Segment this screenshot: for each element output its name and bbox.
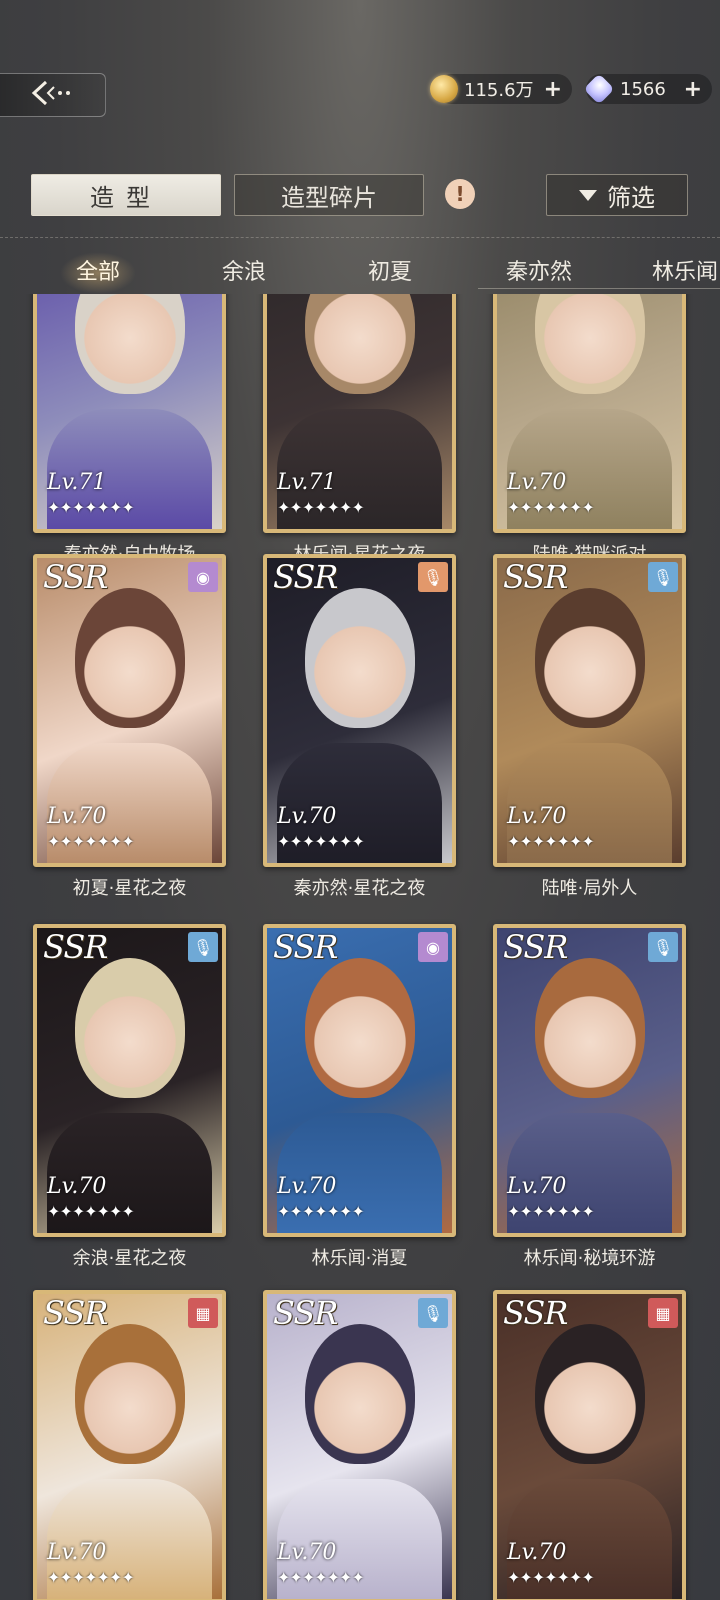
gold-amount: 115.6万: [464, 80, 534, 101]
mic-icon: 🎙: [648, 562, 678, 592]
star-rating: ✦✦✦✦✦✦✦: [277, 1568, 365, 1587]
card-frame: SSR 🎙 Lv.70 ✦✦✦✦✦✦✦: [493, 924, 686, 1237]
level-label: Lv.70: [277, 1174, 337, 1199]
costume-name: 林乐闻·消夏: [311, 1248, 408, 1269]
costume-card[interactable]: Lv.71 ✦✦✦✦✦✦✦ 林乐闻·星花之夜: [263, 294, 456, 565]
record-icon: ◉: [418, 932, 448, 962]
gem-amount: 1566: [620, 78, 666, 100]
diamond-icon: [583, 73, 615, 105]
costume-card[interactable]: SSR ▦ Lv.70 ✦✦✦✦✦✦✦: [493, 1290, 686, 1600]
gold-coin-icon: [430, 75, 458, 103]
level-label: Lv.70: [277, 1540, 337, 1565]
level-label: Lv.70: [47, 804, 107, 829]
card-frame: Lv.71 ✦✦✦✦✦✦✦: [33, 294, 226, 533]
level-label: Lv.70: [507, 804, 567, 829]
top-bar: 115.6万 + 1566 +: [0, 70, 720, 120]
costume-card[interactable]: SSR ▦ Lv.70 ✦✦✦✦✦✦✦: [33, 1290, 226, 1600]
star-rating: ✦✦✦✦✦✦✦: [47, 1568, 135, 1587]
star-rating: ✦✦✦✦✦✦✦: [47, 832, 135, 851]
view-tabs: 造型 造型碎片 ! 筛选: [0, 174, 720, 220]
rarity-label: SSR: [43, 1294, 108, 1332]
costume-card[interactable]: SSR 🎙 Lv.70 ✦✦✦✦✦✦✦ 林乐闻·秘境环游: [493, 924, 686, 1269]
costume-name: 初夏·星花之夜: [72, 878, 187, 899]
card-frame: SSR 🎙 Lv.70 ✦✦✦✦✦✦✦: [493, 554, 686, 867]
level-label: Lv.70: [507, 1174, 567, 1199]
costume-name: 林乐闻·秘境环游: [523, 1248, 656, 1269]
char-tab-linlewen[interactable]: 林乐闻: [652, 254, 718, 286]
costume-card[interactable]: SSR 🎙 Lv.70 ✦✦✦✦✦✦✦: [263, 1290, 456, 1600]
costume-card[interactable]: SSR 🎙 Lv.70 ✦✦✦✦✦✦✦ 余浪·星花之夜: [33, 924, 226, 1269]
star-rating: ✦✦✦✦✦✦✦: [277, 498, 365, 517]
add-gold-button[interactable]: +: [544, 77, 562, 102]
divider: [0, 237, 720, 238]
costume-card[interactable]: Lv.71 ✦✦✦✦✦✦✦ 秦亦然·自由牧场: [33, 294, 226, 565]
card-frame: SSR ◉ Lv.70 ✦✦✦✦✦✦✦: [33, 554, 226, 867]
card-frame: SSR 🎙 Lv.70 ✦✦✦✦✦✦✦: [33, 924, 226, 1237]
rarity-label: SSR: [273, 1294, 338, 1332]
back-button[interactable]: [0, 73, 106, 117]
costume-name: 陆唯·局外人: [541, 878, 638, 899]
costume-card[interactable]: Lv.70 ✦✦✦✦✦✦✦ 陆唯·猫咪派对: [493, 294, 686, 565]
char-tab-all[interactable]: 全部: [59, 252, 137, 294]
rarity-label: SSR: [43, 928, 108, 966]
level-label: Lv.70: [507, 1540, 567, 1565]
level-label: Lv.70: [47, 1540, 107, 1565]
gem-currency: 1566 +: [583, 73, 712, 105]
rarity-label: SSR: [43, 558, 108, 596]
star-rating: ✦✦✦✦✦✦✦: [47, 498, 135, 517]
add-gem-button[interactable]: +: [684, 77, 702, 102]
card-frame: SSR 🎙 Lv.70 ✦✦✦✦✦✦✦: [263, 554, 456, 867]
record-icon: ◉: [188, 562, 218, 592]
costume-card[interactable]: SSR 🎙 Lv.70 ✦✦✦✦✦✦✦ 陆唯·局外人: [493, 554, 686, 899]
filter-funnel-icon: [579, 189, 597, 201]
filter-label: 筛选: [607, 183, 655, 212]
star-rating: ✦✦✦✦✦✦✦: [507, 1202, 595, 1221]
level-label: Lv.71: [277, 470, 337, 495]
rarity-label: SSR: [503, 928, 568, 966]
level-label: Lv.70: [507, 470, 567, 495]
mic-icon: 🎙: [188, 932, 218, 962]
back-arrow-icon: [28, 78, 78, 112]
star-rating: ✦✦✦✦✦✦✦: [277, 1202, 365, 1221]
tab-style-fragments[interactable]: 造型碎片: [234, 174, 424, 216]
rarity-label: SSR: [503, 1294, 568, 1332]
rarity-label: SSR: [273, 928, 338, 966]
costume-card[interactable]: SSR 🎙 Lv.70 ✦✦✦✦✦✦✦ 秦亦然·星花之夜: [263, 554, 456, 899]
tab-style[interactable]: 造型: [31, 174, 221, 216]
star-rating: ✦✦✦✦✦✦✦: [507, 498, 595, 517]
card-frame: SSR ▦ Lv.70 ✦✦✦✦✦✦✦: [493, 1290, 686, 1600]
card-frame: SSR 🎙 Lv.70 ✦✦✦✦✦✦✦: [263, 1290, 456, 1600]
char-tab-qinyiran[interactable]: 秦亦然: [506, 254, 572, 286]
star-rating: ✦✦✦✦✦✦✦: [507, 832, 595, 851]
star-rating: ✦✦✦✦✦✦✦: [277, 832, 365, 851]
costume-name: 秦亦然·星花之夜: [293, 878, 426, 899]
costume-card[interactable]: SSR ◉ Lv.70 ✦✦✦✦✦✦✦ 林乐闻·消夏: [263, 924, 456, 1269]
mic-icon: 🎙: [648, 932, 678, 962]
level-label: Lv.71: [47, 470, 107, 495]
alert-icon[interactable]: !: [445, 179, 475, 209]
card-frame: SSR ▦ Lv.70 ✦✦✦✦✦✦✦: [33, 1290, 226, 1600]
character-tabs: 全部 余浪 初夏 秦亦然 林乐闻: [0, 246, 720, 294]
char-tab-yulang[interactable]: 余浪: [222, 254, 266, 286]
char-tab-chuxia[interactable]: 初夏: [368, 254, 412, 286]
level-label: Lv.70: [277, 804, 337, 829]
costume-card[interactable]: SSR ◉ Lv.70 ✦✦✦✦✦✦✦ 初夏·星花之夜: [33, 554, 226, 899]
card-frame: Lv.70 ✦✦✦✦✦✦✦: [493, 294, 686, 533]
filter-button[interactable]: 筛选: [546, 174, 688, 216]
mic-icon: 🎙: [418, 562, 448, 592]
film-icon: ▦: [648, 1298, 678, 1328]
costume-grid: Lv.71 ✦✦✦✦✦✦✦ 秦亦然·自由牧场 Lv.71 ✦✦✦✦✦✦✦ 林乐闻…: [0, 294, 720, 1600]
star-rating: ✦✦✦✦✦✦✦: [47, 1202, 135, 1221]
card-frame: Lv.71 ✦✦✦✦✦✦✦: [263, 294, 456, 533]
costume-name: 余浪·星花之夜: [72, 1248, 187, 1269]
rarity-label: SSR: [273, 558, 338, 596]
level-label: Lv.70: [47, 1174, 107, 1199]
rarity-label: SSR: [503, 558, 568, 596]
gold-currency: 115.6万 +: [430, 74, 572, 104]
star-rating: ✦✦✦✦✦✦✦: [507, 1568, 595, 1587]
mic-icon: 🎙: [418, 1298, 448, 1328]
card-frame: SSR ◉ Lv.70 ✦✦✦✦✦✦✦: [263, 924, 456, 1237]
tab-underline: [478, 288, 720, 289]
film-icon: ▦: [188, 1298, 218, 1328]
